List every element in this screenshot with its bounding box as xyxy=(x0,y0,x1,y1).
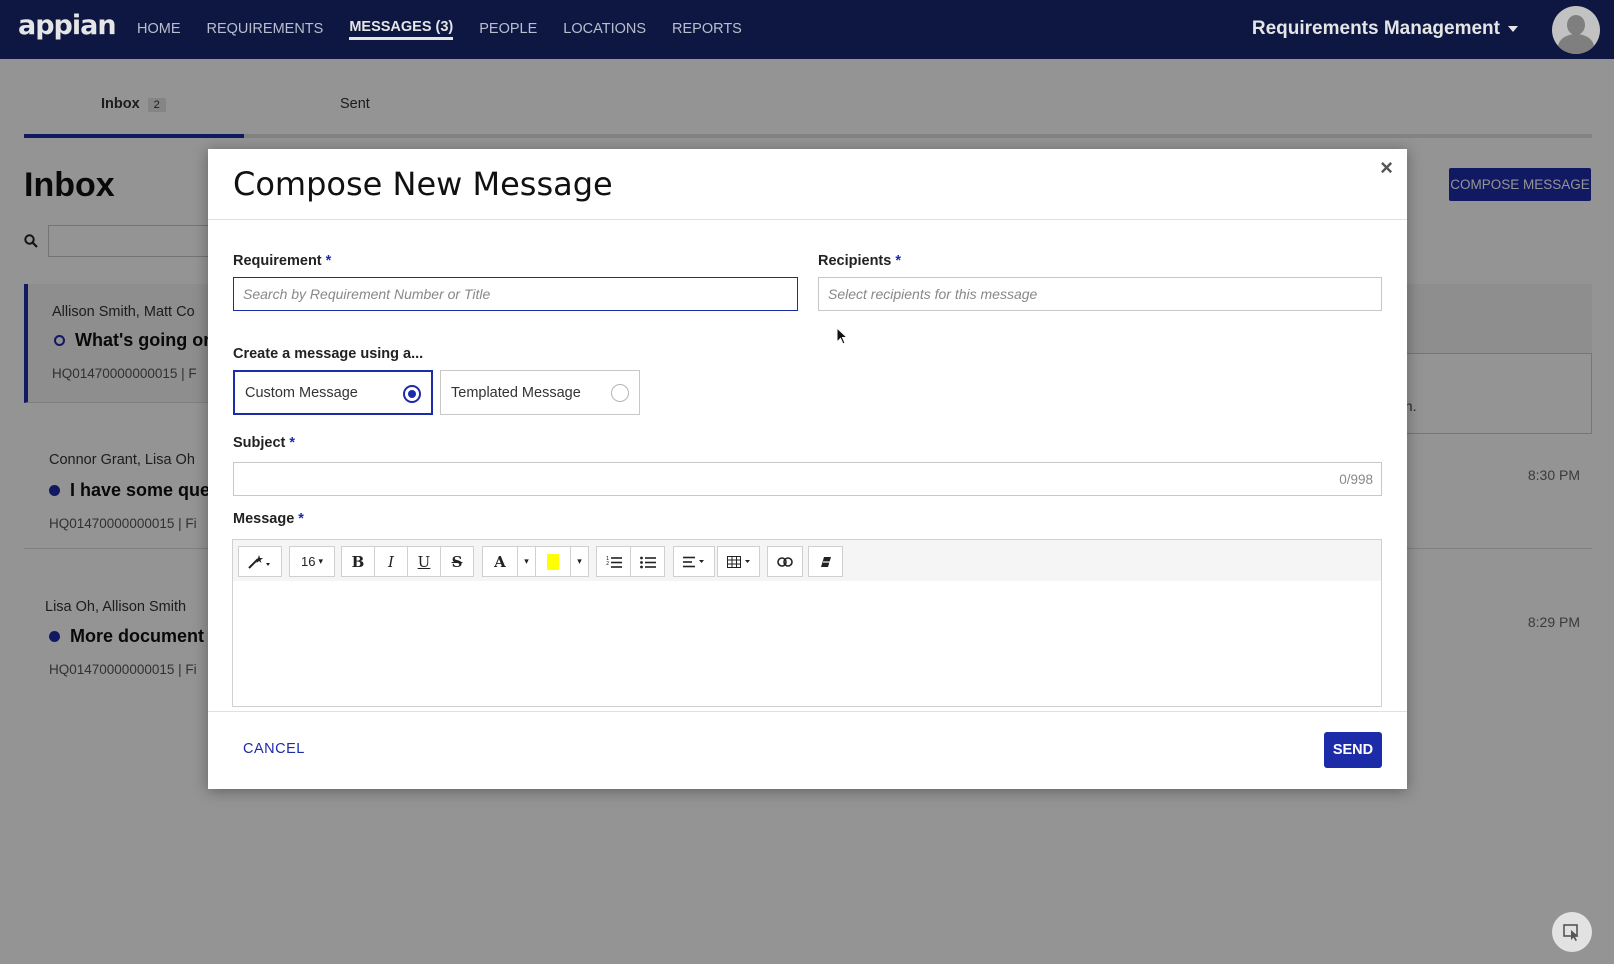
radio-unselected-icon[interactable] xyxy=(611,384,629,402)
bullet-list-icon[interactable] xyxy=(630,546,665,577)
cancel-button[interactable]: CANCEL xyxy=(243,741,305,757)
font-size-value: 16 xyxy=(301,554,316,569)
highlight-chevron-icon[interactable]: ▾ xyxy=(570,546,589,577)
mouse-cursor-icon xyxy=(836,326,849,350)
highlight-swatch xyxy=(547,553,559,570)
recipients-picker[interactable]: Select recipients for this message xyxy=(818,277,1382,311)
cursor-tool-button[interactable] xyxy=(1552,912,1592,952)
requirement-label: Requirement * xyxy=(233,253,331,269)
requirement-placeholder: Search by Requirement Number or Title xyxy=(243,286,491,302)
table-dropdown-icon[interactable] xyxy=(717,546,760,577)
dialog-title: Compose New Message xyxy=(233,165,613,203)
nav-dim-overlay xyxy=(0,0,1614,59)
subject-label: Subject * xyxy=(233,435,295,451)
message-label: Message * xyxy=(233,511,304,527)
required-marker: * xyxy=(289,435,296,451)
required-marker: * xyxy=(895,253,901,269)
templated-message-option[interactable]: Templated Message xyxy=(440,370,640,415)
align-dropdown-icon[interactable] xyxy=(673,546,715,577)
subject-char-counter: 0/998 xyxy=(1339,471,1373,487)
required-marker: * xyxy=(298,511,304,527)
font-size-dropdown[interactable]: 16 ▾ xyxy=(289,546,335,577)
custom-message-label: Custom Message xyxy=(245,384,358,401)
templated-message-label: Templated Message xyxy=(451,384,581,401)
subject-input[interactable]: 0/998 xyxy=(233,462,1382,496)
bold-icon[interactable]: B xyxy=(341,546,375,577)
rich-text-toolbar: 16 ▾ B I U S A ▾ ▾ 12 xyxy=(232,539,1382,582)
radio-selected-icon[interactable] xyxy=(403,385,421,403)
ordered-list-icon[interactable]: 12 xyxy=(596,546,631,577)
subject-label-text: Subject xyxy=(233,435,286,451)
underline-icon[interactable]: U xyxy=(407,546,441,577)
strikethrough-icon[interactable]: S xyxy=(440,546,474,577)
clear-formatting-icon[interactable] xyxy=(808,546,843,577)
message-label-text: Message xyxy=(233,511,295,527)
dialog-footer: CANCEL SEND xyxy=(208,711,1407,789)
pointer-select-icon xyxy=(1563,924,1579,941)
font-color-chevron-icon[interactable]: ▾ xyxy=(517,546,536,577)
highlight-color-icon[interactable] xyxy=(535,546,571,577)
svg-text:2: 2 xyxy=(606,561,609,567)
link-icon[interactable] xyxy=(767,546,803,577)
requirement-label-text: Requirement xyxy=(233,253,322,269)
compose-message-dialog: Compose New Message × Requirement * Searc… xyxy=(208,149,1407,789)
send-button[interactable]: SEND xyxy=(1324,732,1382,768)
message-body-editor[interactable] xyxy=(232,581,1382,707)
required-marker: * xyxy=(325,253,332,269)
custom-message-option[interactable]: Custom Message xyxy=(233,370,433,415)
chevron-down-icon: ▾ xyxy=(318,556,323,566)
requirement-search-input[interactable]: Search by Requirement Number or Title xyxy=(233,277,798,311)
recipients-label: Recipients * xyxy=(818,253,901,269)
recipients-placeholder: Select recipients for this message xyxy=(828,286,1038,302)
create-using-label: Create a message using a... xyxy=(233,346,424,362)
close-icon[interactable]: × xyxy=(1380,155,1393,181)
style-magic-wand-icon[interactable] xyxy=(238,546,282,577)
italic-icon[interactable]: I xyxy=(374,546,408,577)
font-color-icon[interactable]: A xyxy=(482,546,518,577)
recipients-label-text: Recipients xyxy=(818,253,892,269)
dialog-header: Compose New Message × xyxy=(208,149,1407,220)
